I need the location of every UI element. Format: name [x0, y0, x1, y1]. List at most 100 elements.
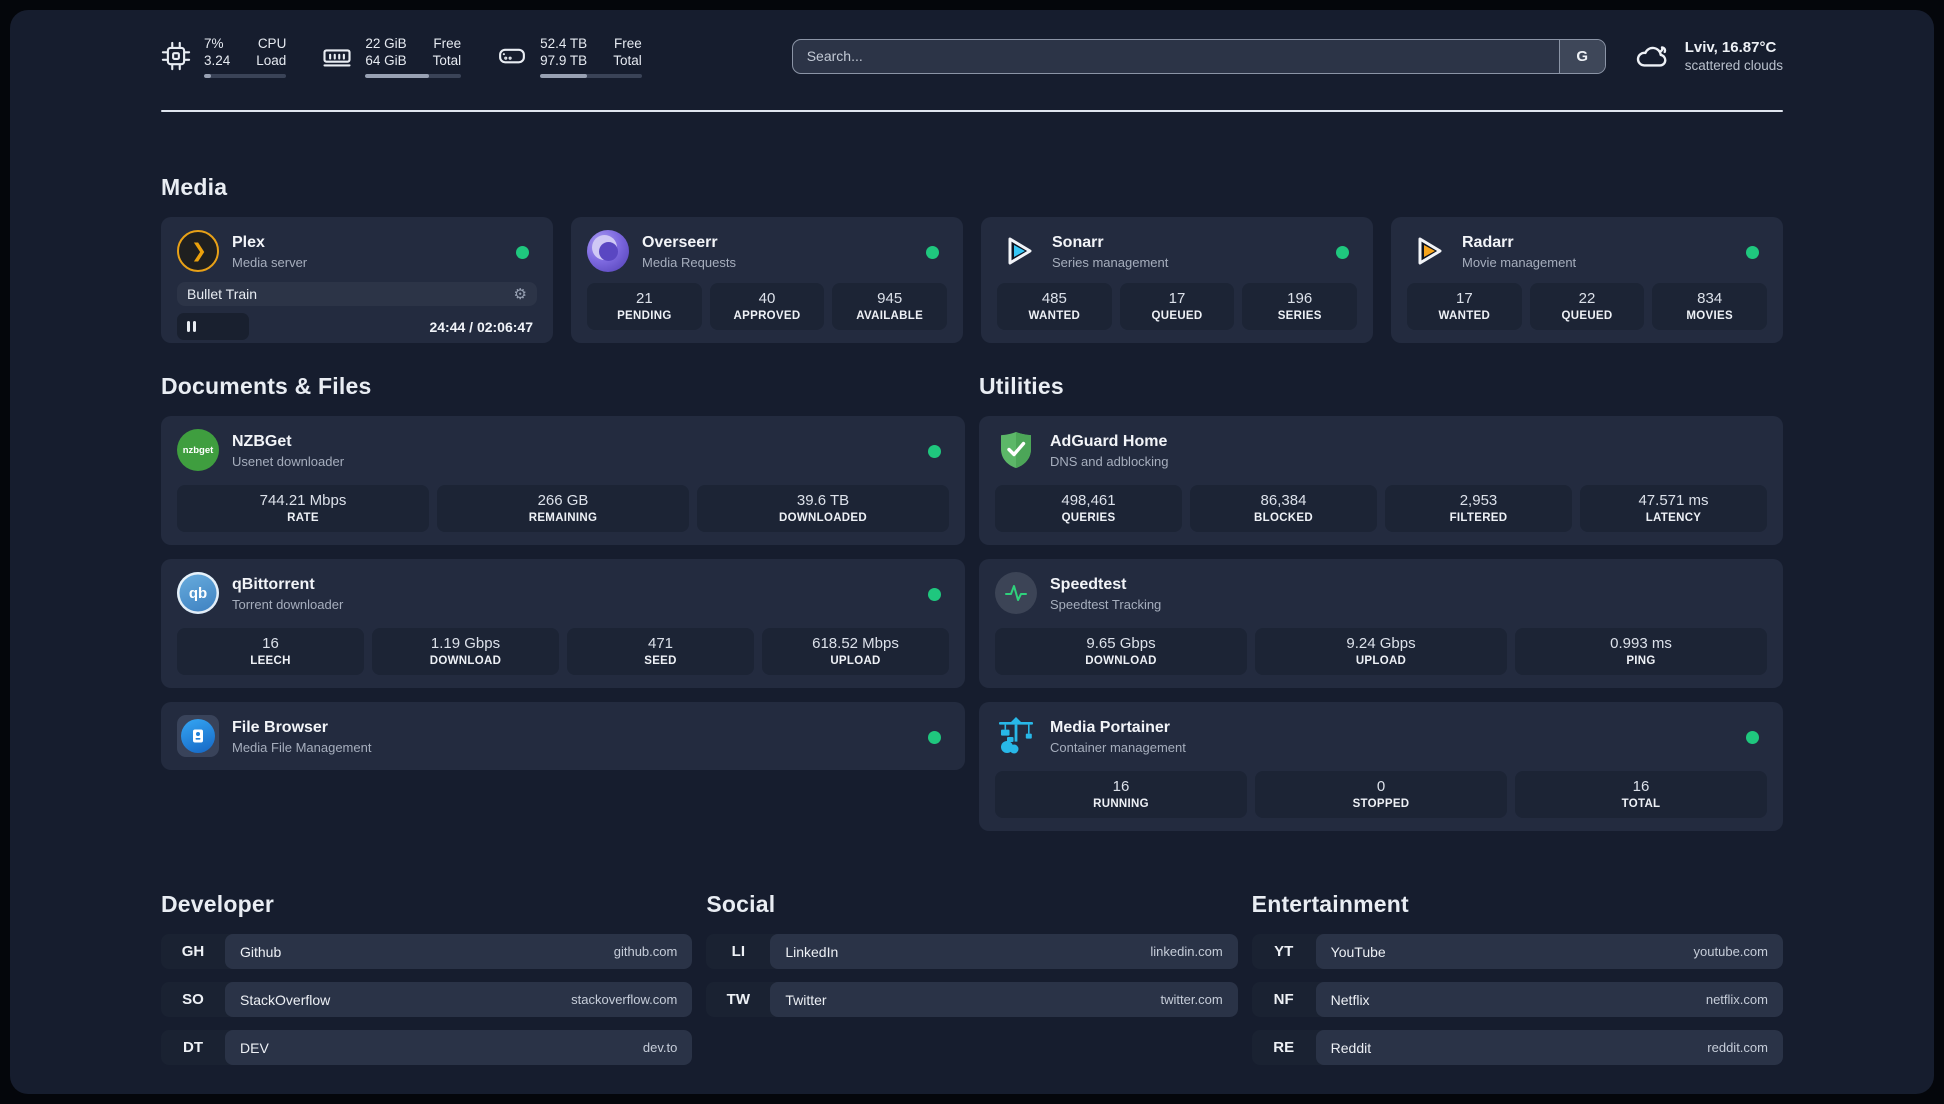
top-bar: 7% 3.24 CPU Load 22 GiB 64 GiB Free Tota… [161, 32, 1783, 80]
portainer-status-dot [1746, 731, 1759, 744]
portainer-title: Media Portainer [1050, 718, 1171, 736]
sonarr-card[interactable]: Sonarr Series management 485 WANTED 17 Q… [981, 217, 1373, 343]
search-input[interactable] [792, 39, 1559, 73]
storage-progress-fill [540, 73, 587, 78]
storage-widget: 52.4 TB 97.9 TB Free Total [497, 35, 642, 78]
adguard-shield-icon [1001, 432, 1031, 468]
plex-chevron-icon: ❯ [191, 240, 207, 262]
stat-queued: 22 QUEUED [1529, 283, 1645, 330]
cpu-load-label: Load [256, 52, 287, 68]
stat-approved: 40 APPROVED [709, 283, 825, 330]
link-abbr: GH [181, 943, 205, 960]
section-documents-files: Documents & Files nzbget NZBGet Usenet d… [161, 373, 965, 770]
link-name: Netflix [1330, 991, 1370, 1008]
link-dev-to[interactable]: DT DEV dev.to [161, 1030, 693, 1065]
radarr-card[interactable]: Radarr Movie management 17 WANTED 22 QUE… [1391, 217, 1783, 343]
stat-running: 16 RUNNING [995, 771, 1247, 818]
portainer-crane-icon [999, 717, 1033, 754]
link-youtube[interactable]: YT YouTube youtube.com [1251, 934, 1783, 969]
stat-available: 945 AVAILABLE [832, 283, 948, 330]
link-abbr: RE [1273, 1039, 1295, 1056]
radarr-icon [1418, 237, 1442, 265]
radarr-status-dot [1746, 246, 1759, 259]
link-stackoverflow[interactable]: SO StackOverflow stackoverflow.com [161, 982, 693, 1017]
cpu-load-value: 3.24 [204, 52, 231, 68]
link-github[interactable]: GH Github github.com [161, 934, 693, 969]
memory-progress-fill [365, 73, 429, 78]
filebrowser-icon [177, 715, 219, 757]
plex-status-dot [516, 246, 529, 259]
storage-free-label: Free [613, 35, 642, 51]
google-search-button[interactable]: G [1558, 39, 1605, 73]
portainer-subtitle: Container management [1050, 739, 1186, 755]
weather-location-temp: Lviv, 16.87°C [1684, 39, 1777, 56]
memory-free-label: Free [433, 35, 462, 51]
adguard-subtitle: DNS and adblocking [1050, 453, 1169, 469]
speedtest-icon [995, 572, 1037, 614]
filebrowser-status-dot [928, 731, 941, 744]
pause-icon [187, 321, 190, 332]
speedtest-card[interactable]: Speedtest Speedtest Tracking 9.65 Gbps D… [979, 559, 1783, 688]
nzbget-card[interactable]: nzbget NZBGet Usenet downloader 744.21 M… [161, 416, 965, 545]
qbittorrent-card[interactable]: qb qBittorrent Torrent downloader 16 LEE… [161, 559, 965, 688]
stat-upload: 9.24 Gbps UPLOAD [1255, 628, 1507, 675]
qbittorrent-subtitle: Torrent downloader [232, 596, 344, 612]
adguard-card[interactable]: AdGuard Home DNS and adblocking 498,461 … [979, 416, 1783, 545]
link-twitter[interactable]: TW Twitter twitter.com [706, 982, 1238, 1017]
search-bar[interactable]: G [791, 38, 1606, 74]
adguard-title: AdGuard Home [1050, 432, 1168, 450]
link-abbr: TW [726, 991, 750, 1008]
plex-card[interactable]: ❯ Plex Media server Bullet Train ⚙ 24:44… [161, 217, 553, 343]
stat-download: 1.19 Gbps DOWNLOAD [372, 628, 559, 675]
link-url: netflix.com [1705, 992, 1768, 1007]
cloud-icon [1636, 46, 1667, 67]
stat-total: 16 TOTAL [1515, 771, 1767, 818]
link-name: YouTube [1330, 943, 1386, 960]
plex-icon: ❯ [177, 230, 219, 272]
plex-title: Plex [232, 233, 265, 251]
section-developer: Developer GH Github github.com SO StackO… [161, 891, 693, 1065]
link-abbr: SO [182, 991, 204, 1008]
link-reddit[interactable]: RE Reddit reddit.com [1251, 1030, 1783, 1065]
section-entertainment: Entertainment YT YouTube youtube.com NF … [1251, 891, 1783, 1065]
social-heading: Social [706, 891, 776, 917]
header-divider [161, 110, 1783, 112]
link-name: Reddit [1330, 1039, 1372, 1056]
cpu-progress-track [204, 73, 287, 78]
speedtest-subtitle: Speedtest Tracking [1050, 596, 1162, 612]
stat-stopped: 0 STOPPED [1255, 771, 1507, 818]
overseerr-card[interactable]: Overseerr Media Requests 21 PENDING 40 A… [571, 217, 963, 343]
qbittorrent-title: qBittorrent [232, 575, 315, 593]
weather-condition: scattered clouds [1684, 58, 1783, 73]
stat-wanted: 17 WANTED [1407, 283, 1522, 330]
link-linkedin[interactable]: LI LinkedIn linkedin.com [706, 934, 1238, 969]
stat-remaining: 266 GB REMAINING [437, 485, 689, 532]
media-heading: Media [161, 174, 228, 200]
disk-icon [499, 48, 526, 64]
stat-blocked: 86,384 BLOCKED [1190, 485, 1377, 532]
sonarr-status-dot [1336, 246, 1349, 259]
filebrowser-card[interactable]: File Browser Media File Management [161, 702, 965, 770]
portainer-card[interactable]: Media Portainer Container management 16 … [979, 702, 1783, 831]
memory-free-value: 22 GiB [365, 35, 407, 51]
link-abbr: YT [1274, 943, 1294, 960]
storage-progress-track [540, 73, 642, 78]
cpu-label: CPU [257, 35, 287, 51]
memory-progress-track [365, 73, 462, 78]
player-settings-gear-icon[interactable]: ⚙ [514, 286, 527, 302]
pulse-icon [1005, 585, 1027, 601]
link-url: reddit.com [1707, 1040, 1768, 1055]
file-icon [193, 729, 203, 743]
section-social: Social LI LinkedIn linkedin.com TW Twitt… [706, 891, 1238, 1017]
weather-widget: Lviv, 16.87°C scattered clouds [1634, 38, 1783, 74]
plex-subtitle: Media server [232, 254, 308, 270]
cpu-icon [161, 41, 191, 71]
cpu-usage-value: 7% [204, 35, 224, 51]
player-progress-pill[interactable] [177, 313, 249, 340]
overseerr-status-dot [926, 246, 939, 259]
stat-leech: 16 LEECH [177, 628, 364, 675]
sonarr-icon [1008, 237, 1032, 265]
link-name: DEV [240, 1039, 269, 1056]
entertainment-heading: Entertainment [1251, 891, 1409, 917]
link-netflix[interactable]: NF Netflix netflix.com [1251, 982, 1783, 1017]
